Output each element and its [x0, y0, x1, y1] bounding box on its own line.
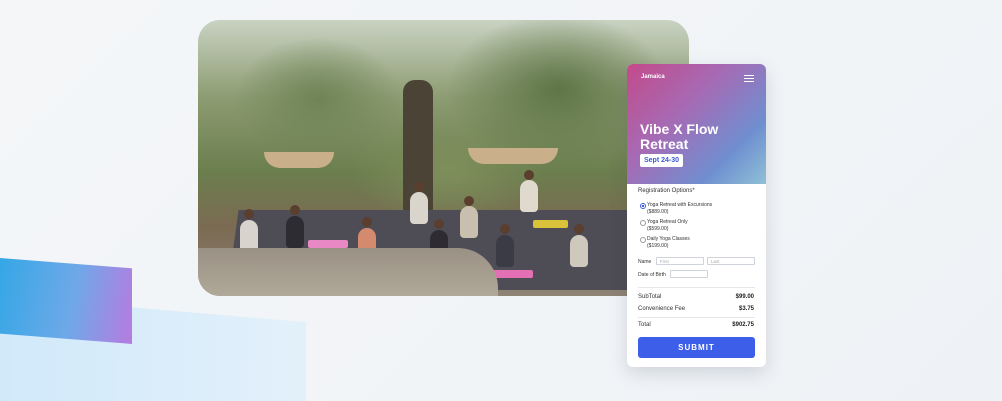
registration-form-card: Jamaica Vibe X Flow Retreat Sept 24-30 R…	[627, 64, 766, 367]
person-head	[362, 217, 372, 227]
brand-logo: Jamaica	[641, 74, 665, 80]
person	[520, 180, 538, 212]
radio-selected[interactable]	[640, 203, 646, 209]
hammock-right	[468, 148, 558, 164]
dob-input[interactable]	[670, 270, 708, 278]
person	[286, 216, 304, 248]
name-label: Name	[638, 259, 652, 265]
person	[570, 235, 588, 267]
hammock-left	[264, 152, 334, 168]
radio-unselected[interactable]	[640, 237, 646, 243]
subtotal-value: $99.00	[735, 294, 754, 300]
person	[410, 192, 428, 224]
form-hero: Jamaica Vibe X Flow Retreat Sept 24-30	[627, 64, 766, 184]
person-head	[290, 205, 300, 215]
option-yoga-only[interactable]: Yoga Retreat Only ($599.00)	[640, 219, 688, 232]
subtotal-label: SubTotal	[638, 294, 662, 300]
person-head	[434, 219, 444, 229]
person-head	[244, 209, 254, 219]
retreat-title: Vibe X Flow Retreat	[640, 121, 719, 152]
yoga-mat	[308, 240, 348, 248]
rock-wall	[198, 248, 498, 296]
date-badge: Sept 24-30	[640, 154, 684, 167]
fee-value: $3.75	[738, 306, 754, 312]
total-label: Total	[638, 322, 651, 328]
person	[496, 235, 514, 267]
option-daily-classes[interactable]: Daily Yoga Classes ($199.00)	[640, 236, 690, 249]
option-label: Daily Yoga Classes	[647, 236, 690, 242]
option-label: Yoga Retreat Only	[647, 219, 688, 225]
option-price: ($889.00)	[647, 208, 669, 215]
total-value: $902.75	[732, 322, 754, 328]
yoga-retreat-photo	[198, 20, 689, 296]
radio-unselected[interactable]	[640, 220, 646, 226]
decorative-gradient-shape	[0, 258, 132, 344]
dob-label: Date of Birth	[638, 272, 666, 278]
fee-label: Convenience Fee	[638, 306, 686, 312]
submit-button[interactable]: SUBMIT	[638, 337, 755, 358]
last-name-input[interactable]: Last	[707, 257, 755, 265]
registration-options-label: Registration Options*	[638, 188, 695, 194]
person-head	[500, 224, 510, 234]
first-name-input[interactable]: First	[656, 257, 704, 265]
hamburger-menu-icon[interactable]	[744, 75, 754, 83]
yoga-mat	[533, 220, 568, 228]
option-price: ($199.00)	[647, 242, 669, 249]
person-head	[574, 224, 584, 234]
option-price: ($599.00)	[647, 225, 669, 232]
person-head	[414, 182, 424, 192]
divider	[638, 287, 755, 288]
person-head	[464, 196, 474, 206]
person-head	[524, 170, 534, 180]
option-excursions[interactable]: Yoga Retreat with Excursions ($889.00)	[640, 202, 713, 215]
divider	[638, 317, 755, 318]
person	[460, 206, 478, 238]
option-label: Yoga Retreat with Excursions	[647, 202, 713, 208]
